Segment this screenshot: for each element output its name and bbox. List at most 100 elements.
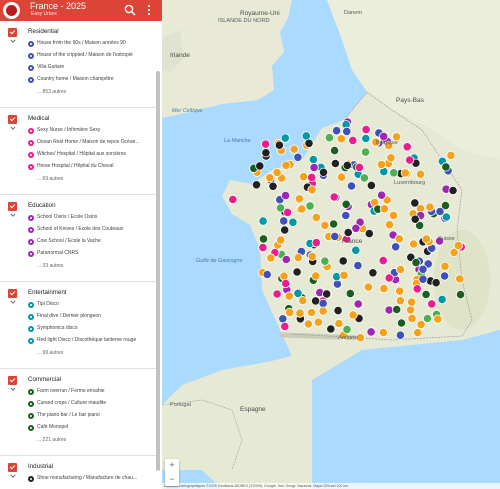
map-pin[interactable] [336, 172, 347, 182]
map-pin[interactable] [407, 297, 417, 307]
map-pin[interactable] [281, 278, 291, 289]
map-pin[interactable] [258, 243, 268, 253]
map-pin[interactable] [455, 289, 466, 300]
list-item[interactable]: House from the 90s / Maison années 90 [0, 40, 156, 52]
map-pin[interactable] [342, 160, 352, 170]
map-pin[interactable] [395, 286, 405, 296]
map-pin[interactable] [275, 203, 286, 213]
map-pin[interactable] [348, 310, 358, 320]
map-pin[interactable] [309, 163, 319, 173]
map-canvas[interactable]: ISLANDE DU NORD Royaume-Uni Danem Irland… [161, 0, 500, 489]
map-pin[interactable] [285, 307, 295, 317]
map-pin[interactable] [279, 216, 289, 226]
map-pin[interactable] [292, 267, 302, 277]
category-header[interactable]: Entertainment [0, 285, 156, 299]
map-pin[interactable] [418, 274, 428, 284]
category-header[interactable]: Industrial [0, 459, 156, 473]
map-pin[interactable] [368, 268, 378, 278]
map-pin[interactable] [400, 168, 410, 178]
list-item[interactable]: Farm overrun / Ferme envahie [0, 388, 156, 400]
category-header[interactable]: Residential [0, 24, 156, 38]
map-pin[interactable] [281, 160, 291, 170]
list-item[interactable]: Cow School / Ecole la Vache [0, 238, 156, 250]
map-pin[interactable] [342, 324, 352, 334]
map-pin[interactable] [251, 180, 262, 190]
map-pin[interactable] [280, 225, 290, 235]
zoom-out-button[interactable]: − [165, 473, 179, 486]
map-pin[interactable] [410, 198, 420, 208]
map-pin[interactable] [330, 146, 340, 156]
map-pin[interactable] [446, 150, 456, 160]
map-pin[interactable] [266, 253, 276, 263]
list-item[interactable]: School Osiris / Ecole Osiris [0, 214, 156, 226]
map-pin[interactable] [303, 319, 313, 329]
map-pin[interactable] [336, 134, 346, 144]
map-pin[interactable] [333, 305, 343, 316]
map-pin[interactable] [379, 283, 389, 294]
list-item[interactable]: Tipi Disco [0, 301, 156, 313]
list-item[interactable]: Red light Disco / Discothèque lanterne r… [0, 337, 156, 349]
map-pin[interactable] [422, 313, 433, 324]
map-pin[interactable] [354, 162, 364, 172]
map-pin[interactable] [392, 304, 402, 315]
map-pin[interactable] [421, 234, 431, 244]
map-pin[interactable] [307, 185, 317, 195]
map-pin[interactable] [425, 202, 435, 212]
map-pin[interactable] [346, 181, 357, 191]
map-pin[interactable] [341, 210, 351, 221]
map-pin[interactable] [265, 173, 275, 183]
map-pin[interactable] [268, 181, 278, 191]
map-pin[interactable] [410, 214, 420, 224]
list-item[interactable]: Country home / Maison champêtre [0, 76, 156, 88]
map-pin[interactable] [258, 216, 268, 226]
map-pin[interactable] [255, 161, 265, 171]
map-pin[interactable] [453, 241, 463, 251]
map-pin[interactable] [332, 272, 342, 282]
map-pin[interactable] [384, 305, 394, 315]
map-pin[interactable] [351, 245, 361, 255]
more-items-link[interactable]: ... 69 autres [0, 175, 156, 187]
map-pin[interactable] [339, 270, 349, 280]
map-pin[interactable] [308, 154, 318, 165]
map-pin[interactable] [330, 158, 340, 169]
map-pin[interactable] [261, 148, 271, 158]
map-pin[interactable] [415, 169, 426, 179]
list-item[interactable]: School of Knives / Ecole des Couteaux [0, 226, 156, 238]
category-checkbox[interactable] [8, 202, 17, 211]
map-pin[interactable] [386, 153, 396, 163]
list-item[interactable]: House of the crippled / Maison de l'estr… [0, 52, 156, 64]
map-pin[interactable] [311, 296, 321, 306]
map-pin[interactable] [297, 204, 307, 214]
map-pin[interactable] [293, 152, 303, 162]
list-item[interactable]: Final dive / Dernier plongeon [0, 313, 156, 325]
map-pin[interactable] [418, 264, 428, 274]
map-pin[interactable] [258, 234, 269, 244]
map-pin[interactable] [298, 172, 309, 182]
more-options-icon[interactable] [144, 3, 154, 17]
map-pin[interactable] [361, 133, 371, 144]
list-item[interactable]: Café Monopol [0, 424, 156, 436]
map-pin[interactable] [439, 271, 450, 281]
map-pin[interactable] [437, 294, 447, 304]
map-pin[interactable] [384, 273, 394, 283]
map-pin[interactable] [379, 204, 389, 214]
category-checkbox[interactable] [8, 289, 17, 298]
map-pin[interactable] [427, 299, 437, 309]
list-item[interactable]: Witches' Hospital / Hôpital aux sorcière… [0, 151, 156, 163]
map-pin[interactable] [320, 220, 330, 230]
map-pin[interactable] [361, 147, 371, 157]
category-checkbox[interactable] [8, 28, 17, 37]
map-pin[interactable] [272, 167, 282, 178]
map-pin[interactable] [395, 264, 406, 275]
map-pin[interactable] [361, 125, 371, 135]
map-pin[interactable] [338, 256, 348, 266]
map-pin[interactable] [262, 269, 272, 280]
map-pin[interactable] [324, 133, 334, 143]
list-item[interactable]: Paranormal CNRS [0, 250, 156, 262]
category-checkbox[interactable] [8, 463, 17, 472]
map-pin[interactable] [407, 313, 417, 323]
map-pin[interactable] [288, 217, 298, 227]
more-items-link[interactable]: ... 853 autres [0, 88, 156, 100]
map-pin[interactable] [378, 327, 388, 338]
map-pin[interactable] [388, 210, 399, 220]
